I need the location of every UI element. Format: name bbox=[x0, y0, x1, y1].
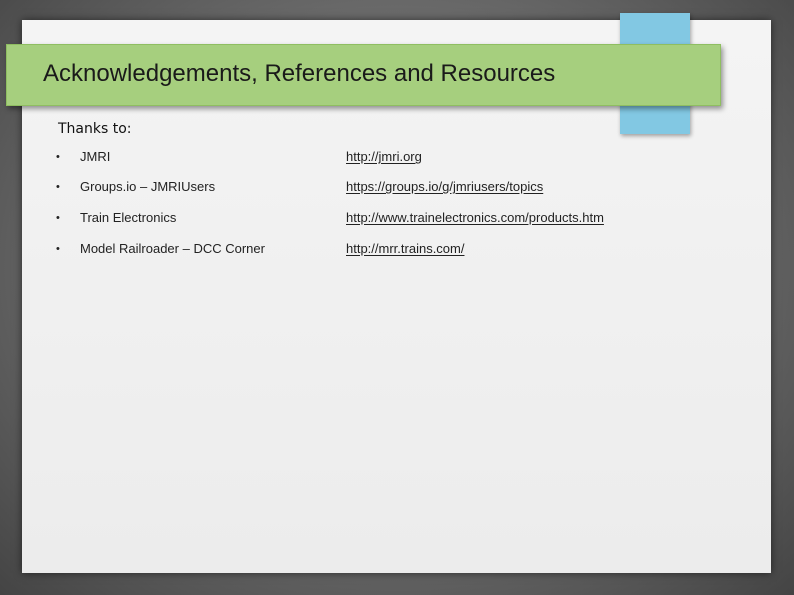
resource-link[interactable]: http://mrr.trains.com/ bbox=[346, 240, 464, 258]
thanks-heading: Thanks to: bbox=[58, 121, 132, 137]
bullet-icon: • bbox=[56, 181, 60, 193]
resource-link[interactable]: http://www.trainelectronics.com/products… bbox=[346, 209, 604, 227]
bullet-icon: • bbox=[56, 212, 60, 224]
resource-label: Train Electronics bbox=[80, 210, 177, 225]
bullet-icon: • bbox=[56, 151, 60, 163]
resource-link[interactable]: http://jmri.org bbox=[346, 148, 422, 166]
resource-link[interactable]: https://groups.io/g/jmriusers/topics bbox=[346, 178, 543, 196]
resource-label: Groups.io – JMRIUsers bbox=[80, 179, 216, 194]
slide-title: Acknowledgements, References and Resourc… bbox=[43, 60, 556, 87]
title-band: Acknowledgements, References and Resourc… bbox=[6, 44, 721, 106]
resource-label: Model Railroader – DCC Corner bbox=[80, 241, 265, 256]
bullet-icon: • bbox=[56, 243, 60, 255]
resource-label: JMRI bbox=[80, 149, 111, 164]
